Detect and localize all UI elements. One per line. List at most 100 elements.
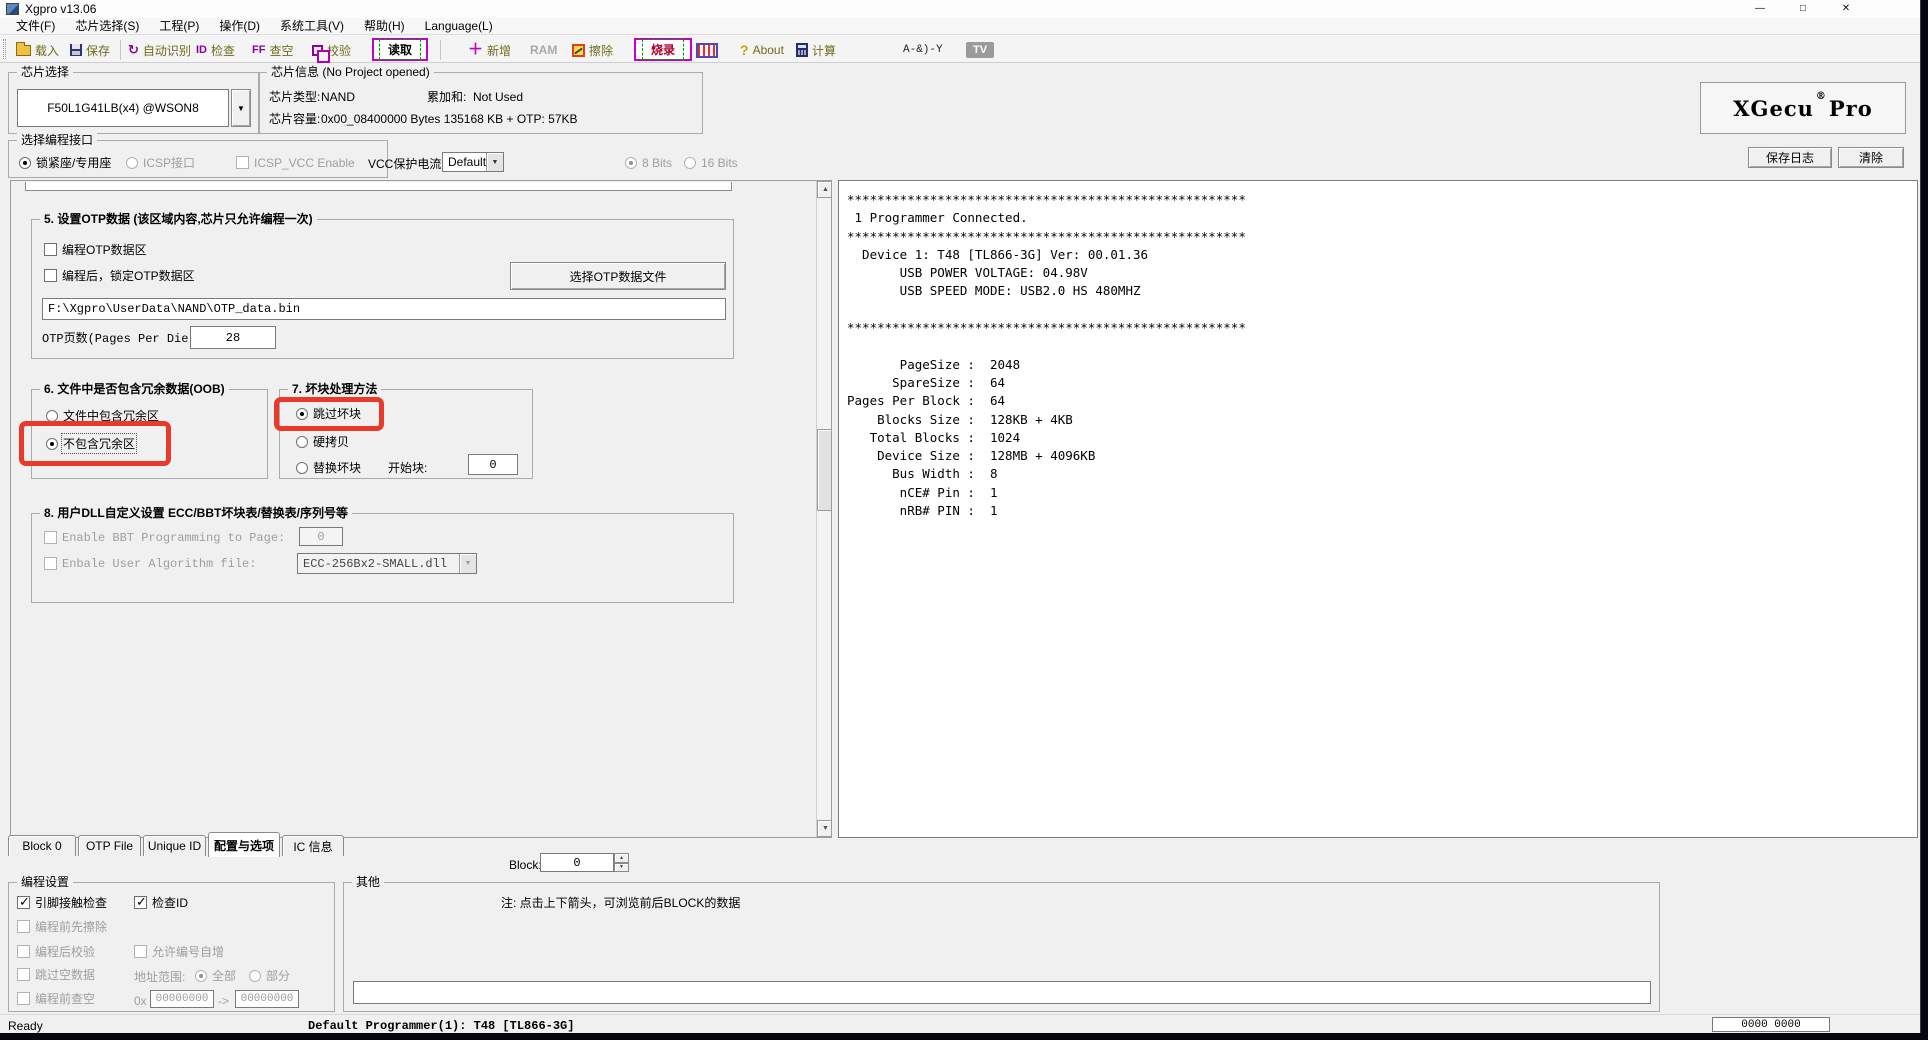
toolbar-load-button[interactable]: 载入 [16,40,59,60]
menu-chip-select[interactable]: 芯片选择(S) [65,16,149,36]
toolbar-logic-gate-button[interactable]: A-&)-Y [903,40,943,60]
otp-pages-input[interactable]: 28 [190,326,276,349]
skip-badblock-radio[interactable]: 跳过坏块 [296,406,361,421]
socket-radio[interactable]: 锁紧座/专用座 [19,155,111,170]
toolbar-read-button[interactable]: 读取 [372,38,428,61]
toolbar-program-button[interactable]: 烧录 [634,38,692,61]
toolbar-calculate-button[interactable]: 计算 [796,40,836,60]
clear-log-button[interactable]: 清除 [1838,147,1904,168]
chip-select-combobox[interactable]: F50L1G41LB(x4) @WSON8 [17,89,229,127]
section5-otp-group: 5. 设置OTP数据 (该区域内容,芯片只允许编程一次) 编程OTP数据区 编程… [31,219,734,359]
tab-ic-info[interactable]: IC 信息 [282,835,344,856]
menu-help[interactable]: 帮助(H) [354,16,415,36]
toolbar-verify-button[interactable]: 校验 [312,40,351,60]
checksum-label: 累加和: [427,89,466,104]
toolbar-blank-check-button[interactable]: FF 查空 [252,40,293,60]
toolbar-about-button[interactable]: ? About [740,40,784,60]
toolbar-save-button[interactable]: 保存 [70,40,110,60]
tab-unique-id[interactable]: Unique ID [143,835,206,856]
toolbar-id-check-button[interactable]: ID 检查 [196,40,235,60]
start-block-value: 0 [489,458,496,472]
toolbar-socket-button[interactable] [696,40,718,60]
checksum-value: Not Used [473,89,523,104]
auto-increment-label: 允许编号自增 [152,943,224,960]
section8-dll-group: 8. 用户DLL自定义设置 ECC/BBT坏块表/替换表/序列号等 Enable… [31,513,734,603]
with-oob-radio[interactable]: 文件中包含冗余区 [46,408,159,423]
without-oob-radio[interactable]: 不包含冗余区 [46,436,135,451]
verify-after-checkbox: 编程后校验 [17,944,95,959]
section5-title: 5. 设置OTP数据 (该区域内容,芯片只允许编程一次) [40,212,317,226]
blank-check-ff-icon: FF [252,44,265,56]
checkbox-icon [134,945,147,958]
open-folder-icon [16,45,31,56]
spin-down-button[interactable]: ▼ [614,863,629,873]
checkbox-icon [17,920,30,933]
lock-otp-checkbox[interactable]: 编程后，锁定OTP数据区 [44,268,195,283]
toolbar-auto-identify-button[interactable]: ↻ 自动识别 [128,40,191,60]
toolbar-add-new-button[interactable]: ＋ 新增 [468,40,511,60]
menu-language[interactable]: Language(L) [415,18,503,35]
radio-icon [126,157,138,169]
menu-project[interactable]: 工程(P) [149,16,209,36]
check-id-checkbox[interactable]: 检查ID [134,895,188,910]
section7-badblock-group: 7. 坏块处理方法 跳过坏块 硬拷贝 替换坏块 开始块: 0 [279,389,533,479]
program-otp-checkbox[interactable]: 编程OTP数据区 [44,242,147,257]
block-nav-spinner[interactable]: ▲ ▼ [614,853,629,872]
erase-before-checkbox: 编程前先擦除 [17,919,107,934]
close-button[interactable]: ✕ [1831,1,1861,16]
pin-check-checkbox[interactable]: 引脚接触检查 [17,895,107,910]
tv-icon: TV [966,42,994,58]
settings-scrollbar[interactable]: ▲ ▼ [816,181,832,837]
vcc-protect-combobox[interactable]: Default ▼ [442,152,504,172]
calculator-icon [796,43,808,57]
section6-oob-group: 6. 文件中是否包含冗余数据(OOB) 文件中包含冗余区 不包含冗余区 [31,389,268,479]
auto-increment-checkbox: 允许编号自增 [134,944,224,959]
chip-select-dropdown-button[interactable]: ▼ [231,89,251,127]
toolbar-separator [440,40,441,60]
spin-up-button[interactable]: ▲ [614,853,629,863]
scroll-up-icon: ▲ [822,186,829,193]
save-log-button[interactable]: 保存日志 [1748,147,1832,168]
replace-badblock-radio[interactable]: 替换坏块 [296,460,361,475]
window-title: Xgpro v13.06 [25,2,96,16]
toolbar-erase-label: 擦除 [589,42,613,59]
radio-icon [46,410,58,422]
block-nav-label: Block: [509,857,542,872]
auto-identify-icon: ↻ [128,42,139,58]
scrollbar-thumb[interactable] [817,429,832,511]
log-text: ****************************************… [839,181,1917,520]
checkbox-icon [17,968,30,981]
scroll-down-button[interactable]: ▼ [817,820,832,837]
minimize-button[interactable]: — [1745,1,1775,16]
bbt-page-value: 0 [317,530,324,544]
hardcopy-radio[interactable]: 硬拷贝 [296,434,349,449]
menu-file[interactable]: 文件(F) [6,16,65,36]
icsp-vcc-checkbox: ICSP_VCC Enable [236,155,355,170]
scroll-up-button[interactable]: ▲ [817,181,832,198]
toolbar-ram-button: RAM [530,40,557,60]
maximize-button[interactable]: □ [1788,1,1818,16]
chip-info-group-label: 芯片信息 (No Project opened) [267,65,434,79]
menu-system-tools[interactable]: 系统工具(V) [270,16,354,36]
choose-otp-file-button[interactable]: 选择OTP数据文件 [510,262,726,290]
radio-icon [625,157,637,169]
tab-block0[interactable]: Block 0 [8,835,76,856]
other-group-label: 其他 [352,875,384,889]
tab-otp-file[interactable]: OTP File [78,835,141,856]
icsp-radio-label: ICSP接口 [143,154,195,171]
toolbar-erase-button[interactable]: 擦除 [572,40,613,60]
toolbar-tv-button[interactable]: TV [966,40,994,60]
interface-group: 选择编程接口 锁紧座/专用座 ICSP接口 ICSP_VCC Enable [8,140,388,178]
toolbar-auto-identify-label: 自动识别 [143,42,191,59]
toolbar-save-label: 保存 [86,42,110,59]
brand-registered-mark: ® [1816,91,1827,102]
block-nav-input[interactable]: 0 [540,853,614,872]
otp-file-path-input[interactable]: F:\Xgpro\UserData\NAND\OTP_data.bin [42,298,726,320]
toolbar-about-label: About [753,43,784,57]
bbt-programming-label: Enable BBT Programming to Page: [62,531,285,545]
menu-operation[interactable]: 操作(D) [209,16,270,36]
address-from-value: 00000000 [156,993,209,1005]
start-block-input[interactable]: 0 [468,454,518,475]
vcc-protect-label: VCC保护电流: [368,156,445,171]
tab-config-options[interactable]: 配置与选项 [208,832,280,857]
